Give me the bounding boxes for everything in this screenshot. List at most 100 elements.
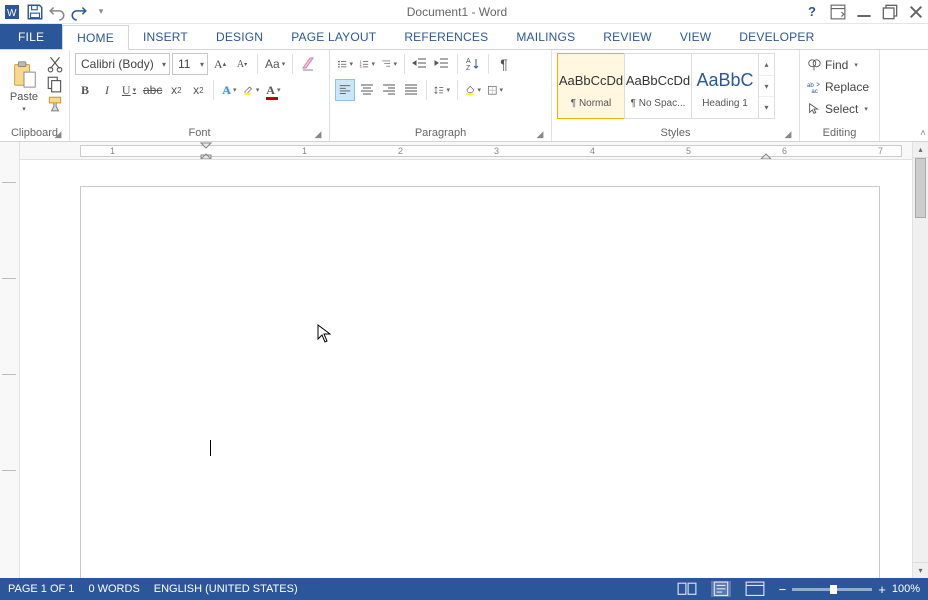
change-case-icon[interactable]: Aa [263,53,287,75]
bullets-icon[interactable] [335,53,355,75]
italic-icon[interactable]: I [97,79,117,101]
collapse-ribbon-icon[interactable]: ˄ [920,128,926,139]
paragraph-launcher-icon[interactable]: ◢ [534,129,546,141]
styles-scroll-up-icon[interactable]: ▴ [759,54,774,76]
vertical-ruler[interactable] [0,142,20,578]
group-editing: Find▾ abac Replace Select▾ Editing [800,50,880,141]
read-mode-icon[interactable] [677,581,697,597]
page-area[interactable] [20,160,912,578]
tab-page-layout[interactable]: PAGE LAYOUT [277,24,390,49]
subscript-icon[interactable]: x2 [166,79,186,101]
quick-access-toolbar: W ▾ [4,3,110,21]
first-line-indent-icon[interactable] [200,142,212,160]
shrink-font-icon[interactable]: A▾ [232,53,252,75]
status-language[interactable]: ENGLISH (UNITED STATES) [154,583,298,595]
show-marks-icon[interactable]: ¶ [494,53,514,75]
styles-launcher-icon[interactable]: ◢ [782,129,794,141]
grow-font-icon[interactable]: A▴ [210,53,230,75]
save-icon[interactable] [26,3,44,21]
undo-icon[interactable] [48,3,66,21]
tab-references[interactable]: REFERENCES [390,24,502,49]
underline-icon[interactable]: U [119,79,139,101]
zoom-level[interactable]: 100% [892,583,920,595]
font-color-icon[interactable]: A [263,79,283,101]
increase-indent-icon[interactable] [432,53,452,75]
style-no-spacing[interactable]: AaBbCcDd ¶ No Spac... [624,53,692,119]
styles-scroll-down-icon[interactable]: ▾ [759,76,774,98]
right-indent-icon[interactable] [760,142,772,160]
word-app-icon[interactable]: W [4,3,22,21]
document-title: Document1 - Word [110,5,804,19]
replace-button[interactable]: abac Replace [805,77,871,97]
scroll-down-icon[interactable]: ▾ [913,562,928,578]
font-launcher-icon[interactable]: ◢ [312,129,324,141]
redo-icon[interactable] [70,3,88,21]
text-effects-icon[interactable]: A [219,79,239,101]
zoom-in-icon[interactable]: + [878,582,886,597]
find-button[interactable]: Find▾ [805,55,860,75]
tab-view[interactable]: VIEW [666,24,725,49]
status-bar: PAGE 1 OF 1 0 WORDS ENGLISH (UNITED STAT… [0,578,928,600]
paste-button[interactable]: Paste ▾ [5,53,43,119]
styles-gallery-scroll: ▴ ▾ ▾ [759,53,775,119]
tab-review[interactable]: REVIEW [589,24,666,49]
print-layout-icon[interactable] [711,581,731,597]
close-icon[interactable] [908,4,924,20]
vertical-scrollbar[interactable]: ▴ ▾ [912,142,928,578]
line-spacing-icon[interactable] [432,79,452,101]
scroll-thumb[interactable] [915,158,926,218]
align-right-icon[interactable] [379,79,399,101]
copy-icon[interactable] [46,75,64,93]
align-center-icon[interactable] [357,79,377,101]
superscript-icon[interactable]: x2 [188,79,208,101]
style-normal[interactable]: AaBbCcDd ¶ Normal [557,53,625,119]
decrease-indent-icon[interactable] [410,53,430,75]
work-area: 1 1 2 3 4 5 6 7 ▴ ▾ [0,142,928,578]
clipboard-launcher-icon[interactable]: ◢ [52,129,64,141]
svg-text:A: A [466,58,471,65]
strikethrough-icon[interactable]: abc [141,79,164,101]
numbering-icon[interactable]: 123 [357,53,377,75]
multilevel-list-icon[interactable] [379,53,399,75]
zoom-slider[interactable] [792,588,872,591]
font-name-combo[interactable]: Calibri (Body)▾ [75,53,170,75]
group-font: Calibri (Body)▾ 11▾ A▴ A▾ Aa B I U abc x… [70,50,330,141]
tab-design[interactable]: DESIGN [202,24,277,49]
cut-icon[interactable] [46,55,64,73]
web-layout-icon[interactable] [745,581,765,597]
qat-customize-icon[interactable]: ▾ [92,3,110,21]
font-size-combo[interactable]: 11▾ [172,53,208,75]
select-button[interactable]: Select▾ [805,99,870,119]
tab-insert[interactable]: INSERT [129,24,202,49]
horizontal-ruler[interactable]: 1 1 2 3 4 5 6 7 [20,142,912,160]
minimize-icon[interactable] [856,4,872,20]
tab-home[interactable]: HOME [62,25,129,50]
ribbon-display-options-icon[interactable] [830,4,846,20]
justify-icon[interactable] [401,79,421,101]
svg-text:3: 3 [360,65,362,69]
help-icon[interactable]: ? [804,4,820,20]
status-page[interactable]: PAGE 1 OF 1 [8,583,74,595]
group-clipboard: Paste ▾ Clipboard ◢ [0,50,70,141]
borders-icon[interactable] [485,79,505,101]
text-caret [210,440,211,456]
align-left-icon[interactable] [335,79,355,101]
group-label-editing: Editing [805,125,874,141]
status-words[interactable]: 0 WORDS [88,583,139,595]
restore-icon[interactable] [882,4,898,20]
tab-mailings[interactable]: MAILINGS [502,24,589,49]
shading-icon[interactable] [463,79,483,101]
tab-developer[interactable]: DEVELOPER [725,24,828,49]
group-label-styles: Styles ◢ [557,125,794,141]
zoom-out-icon[interactable]: − [779,582,787,597]
format-painter-icon[interactable] [46,95,64,113]
document-page[interactable] [80,186,880,578]
tab-file[interactable]: FILE [0,24,62,49]
scroll-up-icon[interactable]: ▴ [913,142,928,158]
highlight-icon[interactable] [241,79,261,101]
bold-icon[interactable]: B [75,79,95,101]
style-heading-1[interactable]: AaBbC Heading 1 [691,53,759,119]
clear-formatting-icon[interactable] [298,53,318,75]
styles-more-icon[interactable]: ▾ [759,97,774,118]
sort-icon[interactable]: AZ [463,53,483,75]
